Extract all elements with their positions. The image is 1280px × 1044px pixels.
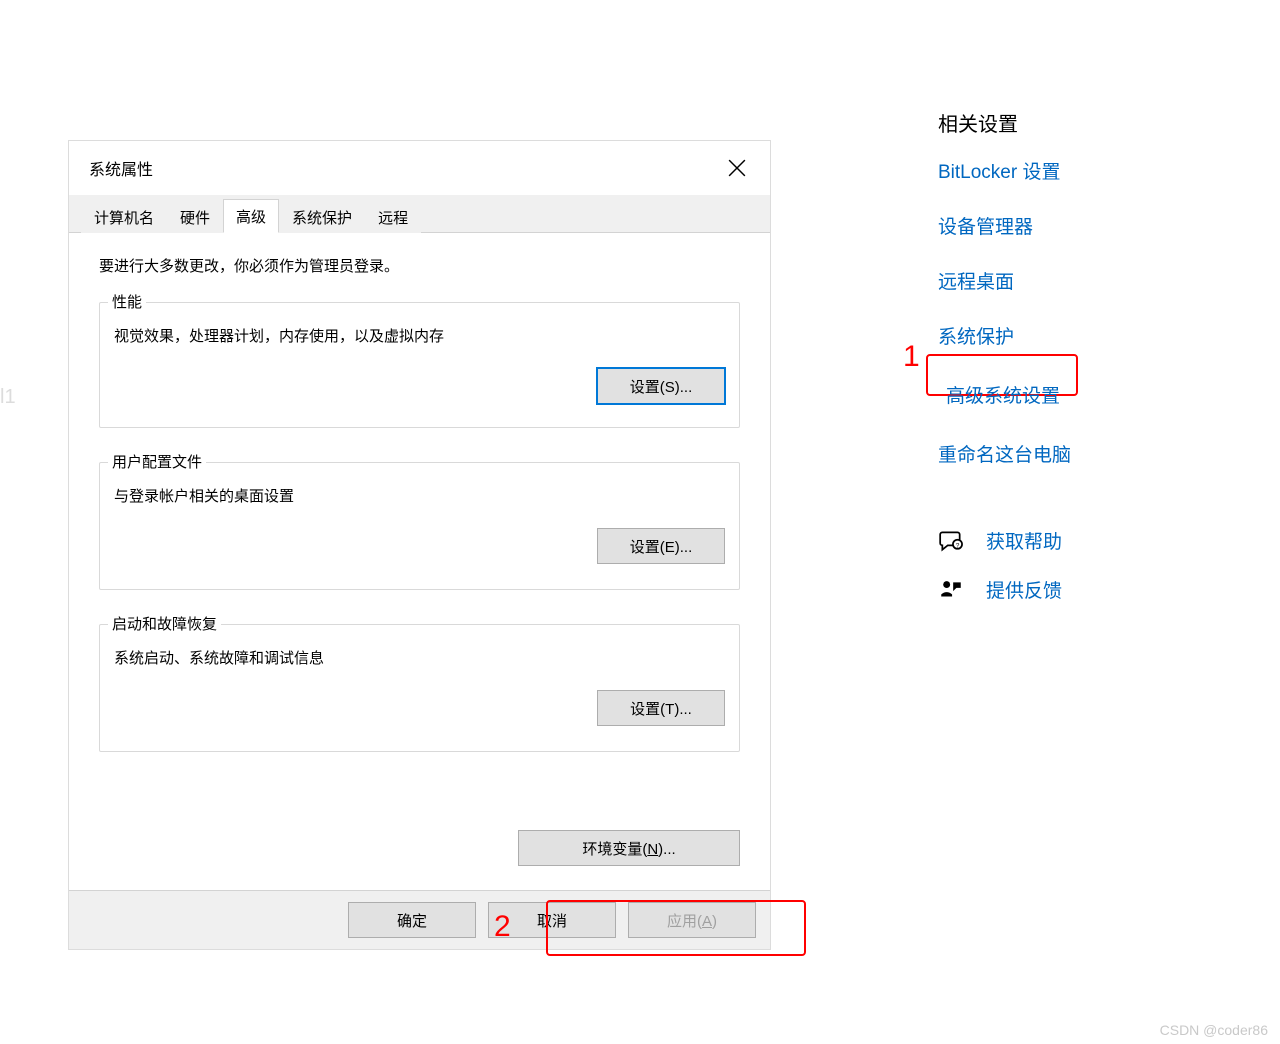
link-advanced-system-settings[interactable]: 高级系统设置 <box>938 377 1218 412</box>
link-remote-desktop[interactable]: 远程桌面 <box>938 267 1218 294</box>
group-performance: 性能 视觉效果，处理器计划，内存使用，以及虚拟内存 设置(S)... <box>99 302 740 428</box>
tab-remote[interactable]: 远程 <box>365 200 421 233</box>
apply-prefix: 应用( <box>667 913 702 930</box>
environment-variables-button[interactable]: 环境变量(N)... <box>518 830 740 866</box>
tab-computer-name[interactable]: 计算机名 <box>81 200 167 233</box>
tab-hardware[interactable]: 硬件 <box>167 200 223 233</box>
tab-body-advanced: 要进行大多数更改，你必须作为管理员登录。 性能 视觉效果，处理器计划，内存使用，… <box>69 233 770 891</box>
close-icon <box>728 159 746 177</box>
give-feedback-label: 提供反馈 <box>986 576 1062 603</box>
group-performance-legend: 性能 <box>108 291 146 312</box>
env-btn-prefix: 环境变量( <box>582 841 647 858</box>
group-user-profiles: 用户配置文件 与登录帐户相关的桌面设置 设置(E)... <box>99 462 740 590</box>
group-performance-desc: 视觉效果，处理器计划，内存使用，以及虚拟内存 <box>114 325 725 346</box>
env-btn-suffix: )... <box>658 841 676 858</box>
related-settings-panel: 相关设置 BitLocker 设置 设备管理器 远程桌面 系统保护 高级系统设置… <box>938 108 1218 625</box>
link-bitlocker[interactable]: BitLocker 设置 <box>938 157 1218 184</box>
group-startup-legend: 启动和故障恢复 <box>108 613 221 634</box>
performance-settings-button[interactable]: 设置(S)... <box>597 368 725 404</box>
close-button[interactable] <box>718 149 756 187</box>
apply-button: 应用(A) <box>628 902 756 938</box>
system-properties-dialog: 系统属性 计算机名 硬件 高级 系统保护 远程 要进行大多数更改，你必须作为管理… <box>68 140 771 950</box>
chat-help-icon: ? <box>938 528 964 554</box>
startup-settings-button[interactable]: 设置(T)... <box>597 690 725 726</box>
link-rename-pc[interactable]: 重命名这台电脑 <box>938 440 1218 467</box>
admin-note: 要进行大多数更改，你必须作为管理员登录。 <box>99 255 740 276</box>
apply-letter: A <box>702 913 712 930</box>
group-startup-recovery: 启动和故障恢复 系统启动、系统故障和调试信息 设置(T)... <box>99 624 740 752</box>
tab-system-protection[interactable]: 系统保护 <box>279 200 365 233</box>
tab-strip: 计算机名 硬件 高级 系统保护 远程 <box>69 195 770 233</box>
feedback-icon <box>938 577 964 603</box>
annotation-number-1: 1 <box>903 340 920 374</box>
get-help-label: 获取帮助 <box>986 527 1062 554</box>
link-device-manager[interactable]: 设备管理器 <box>938 212 1218 239</box>
ok-button[interactable]: 确定 <box>348 902 476 938</box>
environment-variables-row: 环境变量(N)... <box>518 830 740 866</box>
watermark: CSDN @coder86 <box>1160 1022 1268 1038</box>
group-user-profiles-legend: 用户配置文件 <box>108 451 206 472</box>
group-user-profiles-desc: 与登录帐户相关的桌面设置 <box>114 485 725 506</box>
tab-advanced[interactable]: 高级 <box>223 199 279 233</box>
titlebar: 系统属性 <box>69 141 770 195</box>
dialog-footer: 确定 取消 应用(A) <box>69 891 770 949</box>
group-startup-desc: 系统启动、系统故障和调试信息 <box>114 647 725 668</box>
give-feedback-row[interactable]: 提供反馈 <box>938 576 1218 603</box>
get-help-row[interactable]: ? 获取帮助 <box>938 527 1218 554</box>
dialog-title: 系统属性 <box>89 156 153 180</box>
env-btn-letter: N <box>647 841 658 858</box>
cancel-button[interactable]: 取消 <box>488 902 616 938</box>
svg-text:?: ? <box>956 542 960 549</box>
link-system-protection[interactable]: 系统保护 <box>938 322 1218 349</box>
user-profiles-settings-button[interactable]: 设置(E)... <box>597 528 725 564</box>
left-watermark-fragment: l1 <box>0 386 16 409</box>
apply-suffix: ) <box>712 913 717 930</box>
related-settings-title: 相关设置 <box>938 108 1218 137</box>
